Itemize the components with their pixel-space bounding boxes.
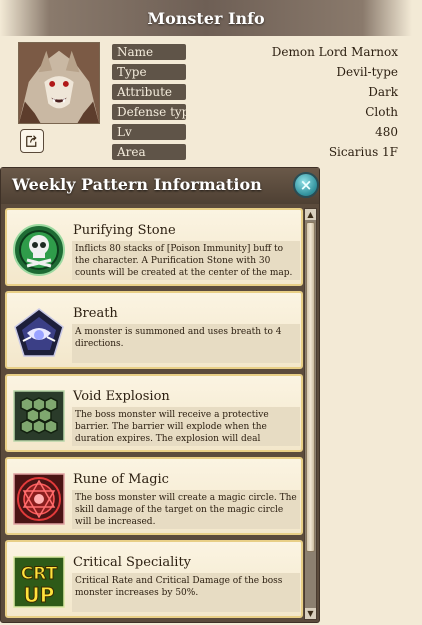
pattern-card[interactable]: CRT UP Critical Speciality Critical Rate… xyxy=(5,540,303,618)
pattern-card[interactable]: Rune of Magic The boss monster will crea… xyxy=(5,457,303,535)
werewolf-portrait-icon xyxy=(19,43,99,123)
share-button[interactable] xyxy=(20,129,44,153)
pattern-name: Breath xyxy=(73,306,118,321)
monster-info-header: Monster Info xyxy=(0,0,412,36)
pattern-name: Critical Speciality xyxy=(73,555,192,570)
close-icon: × xyxy=(299,176,313,194)
info-value-attribute: Dark xyxy=(368,84,398,99)
scroll-up-icon[interactable]: ▲ xyxy=(305,209,316,220)
info-label: Name xyxy=(112,43,186,60)
pattern-card[interactable]: Purifying Stone Inflicts 80 stacks of [P… xyxy=(5,208,303,286)
info-label: Lv xyxy=(112,123,186,140)
info-row-level: Lv 480 xyxy=(112,123,398,140)
info-value-area: Sicarius 1F xyxy=(328,144,398,159)
info-value-name: Demon Lord Marnox xyxy=(271,44,398,59)
info-value-defense-type: Cloth xyxy=(365,104,398,119)
crt-icon-text-top: CRT xyxy=(21,564,58,584)
info-label: Type xyxy=(112,63,186,80)
pattern-description: Critical Rate and Critical Damage of the… xyxy=(72,573,300,612)
info-value-level: 480 xyxy=(375,124,398,139)
crt-icon-text-bottom: UP xyxy=(24,583,55,607)
pattern-name: Void Explosion xyxy=(73,389,170,404)
pattern-scrollbar[interactable]: ▲ ▼ xyxy=(304,208,317,620)
share-icon xyxy=(26,135,37,147)
monster-portrait xyxy=(18,42,100,124)
pattern-description: A monster is summoned and uses breath to… xyxy=(72,324,300,363)
skull-icon xyxy=(13,224,65,276)
weekly-pattern-title: Weekly Pattern Information xyxy=(12,175,262,194)
info-label: Defense type xyxy=(112,103,186,120)
info-row-type: Type Devil-type xyxy=(112,63,398,80)
pattern-card[interactable]: Void Explosion The boss monster will rec… xyxy=(5,374,303,452)
info-row-name: Name Demon Lord Marnox xyxy=(112,43,398,60)
info-label: Attribute xyxy=(112,83,186,100)
breath-icon xyxy=(13,307,65,359)
scroll-thumb[interactable] xyxy=(306,222,315,552)
weekly-pattern-header: Weekly Pattern Information × xyxy=(1,168,319,204)
monster-info-title: Monster Info xyxy=(147,8,265,28)
void-explosion-icon xyxy=(13,390,65,442)
weekly-pattern-panel: Weekly Pattern Information × Purifying S… xyxy=(0,167,320,623)
pattern-description: Inflicts 80 stacks of [Poison Immunity] … xyxy=(72,241,300,280)
pattern-description: The boss monster will receive a protecti… xyxy=(72,407,300,446)
info-row-area: Area Sicarius 1F xyxy=(112,143,398,160)
close-button[interactable]: × xyxy=(293,172,319,198)
pattern-name: Purifying Stone xyxy=(73,223,176,238)
pattern-description: The boss monster will create a magic cir… xyxy=(72,490,300,529)
info-value-type: Devil-type xyxy=(336,64,398,79)
pattern-card[interactable]: Breath A monster is summoned and uses br… xyxy=(5,291,303,369)
info-row-defense-type: Defense type Cloth xyxy=(112,103,398,120)
info-row-attribute: Attribute Dark xyxy=(112,83,398,100)
crt-up-icon: CRT UP xyxy=(13,556,65,608)
pattern-name: Rune of Magic xyxy=(73,472,169,487)
scroll-down-icon[interactable]: ▼ xyxy=(305,608,316,619)
rune-icon xyxy=(13,473,65,525)
info-label: Area xyxy=(112,143,186,160)
